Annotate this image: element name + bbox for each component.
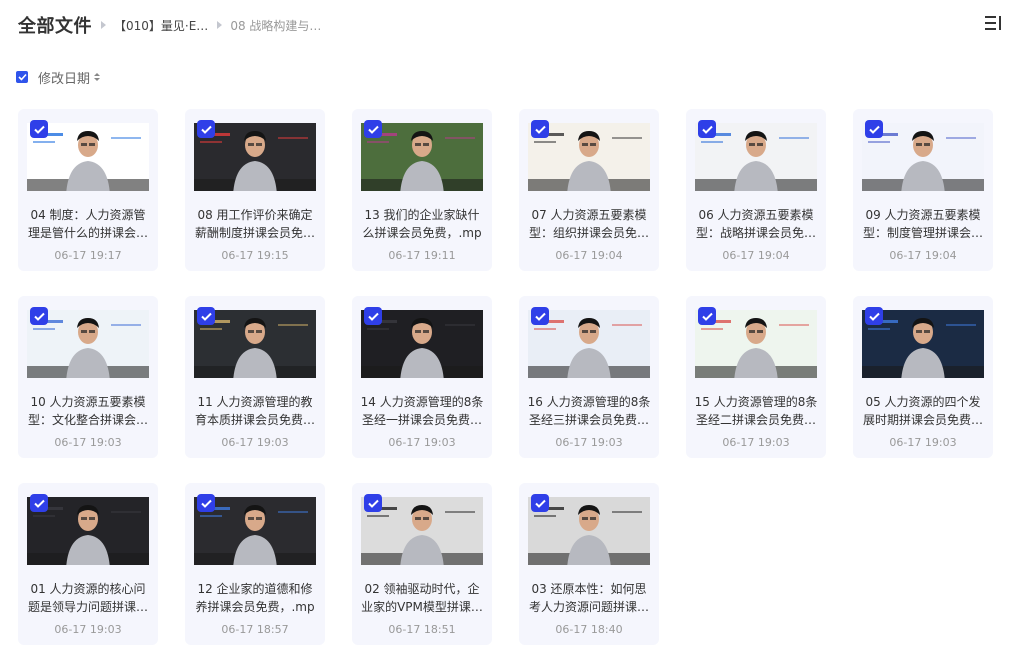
file-name: 16 人力资源管理的8条圣经三拼课会员免费… [527, 395, 651, 427]
checkbox-checked-icon[interactable] [30, 120, 48, 138]
checkbox-checked-icon[interactable] [364, 307, 382, 325]
file-card[interactable]: 15 人力资源管理的8条圣经二拼课会员免费… 06-17 19:03 [686, 296, 826, 458]
breadcrumb-item-current: 08 战略构建与… [230, 18, 322, 33]
checkbox-checked-icon[interactable] [698, 307, 716, 325]
file-card[interactable]: 16 人力资源管理的8条圣经三拼课会员免费… 06-17 19:03 [519, 296, 659, 458]
breadcrumb-item[interactable]: 【010】量见·E… [114, 17, 208, 34]
sort-by-modified-date[interactable]: 修改日期 [38, 68, 90, 87]
file-card[interactable]: 08 用工作评价来确定薪酬制度拼课会员免… 06-17 19:15 [185, 109, 325, 271]
file-card[interactable]: 04 制度：人力资源管理是管什么的拼课会… 06-17 19:17 [18, 109, 158, 271]
file-card[interactable]: 10 人力资源五要素模型：文化整合拼课会… 06-17 19:03 [18, 296, 158, 458]
file-name: 07 人力资源五要素模型：组织拼课会员免… [528, 208, 649, 240]
checkbox-checked-icon[interactable] [364, 120, 382, 138]
file-name: 01 人力资源的核心问题是领导力问题拼课… [27, 582, 148, 614]
file-card[interactable]: 06 人力资源五要素模型：战略拼课会员免… 06-17 19:04 [686, 109, 826, 271]
checkbox-checked-icon[interactable] [865, 307, 883, 325]
file-card[interactable]: 03 还原本性：如何思考人力资源问题拼课… 06-17 18:40 [519, 483, 659, 645]
file-card[interactable]: 02 领袖驱动时代，企业家的VPM模型拼课… 06-17 18:51 [352, 483, 492, 645]
file-card[interactable]: 12 企业家的道德和修养拼课会员免费，.mp4 06-17 18:57 [185, 483, 325, 645]
file-card[interactable]: 11 人力资源管理的教育本质拼课会员免费… 06-17 19:03 [185, 296, 325, 458]
sort-order-icon[interactable] [94, 72, 101, 82]
file-name: 06 人力资源五要素模型：战略拼课会员免… [695, 208, 816, 240]
checkbox-checked-icon[interactable] [531, 307, 549, 325]
file-card[interactable]: 09 人力资源五要素模型：制度管理拼课会… 06-17 19:04 [853, 109, 993, 271]
file-name: 11 人力资源管理的教育本质拼课会员免费… [194, 395, 315, 427]
checkbox-checked-icon[interactable] [865, 120, 883, 138]
file-modified-date: 06-17 19:03 [54, 436, 122, 449]
file-name: 05 人力资源的四个发展时期拼课会员免费… [862, 395, 983, 427]
file-name: 02 领袖驱动时代，企业家的VPM模型拼课… [361, 582, 483, 614]
breadcrumb-root[interactable]: 全部文件 [18, 12, 92, 38]
list-view-icon[interactable] [985, 14, 1009, 34]
breadcrumb: 全部文件 【010】量见·E… 08 战略构建与… [18, 12, 321, 38]
file-name: 13 我们的企业家缺什么拼课会员免费，.mp4 [362, 208, 482, 240]
checkbox-checked-icon[interactable] [364, 494, 382, 512]
file-card[interactable]: 13 我们的企业家缺什么拼课会员免费，.mp4 06-17 19:11 [352, 109, 492, 271]
file-name: 14 人力资源管理的8条圣经一拼课会员免费… [360, 395, 484, 427]
file-modified-date: 06-17 19:03 [889, 436, 957, 449]
file-modified-date: 06-17 18:40 [555, 623, 623, 636]
file-name: 15 人力资源管理的8条圣经二拼课会员免费… [694, 395, 818, 427]
file-modified-date: 06-17 19:11 [388, 249, 456, 262]
file-modified-date: 06-17 19:04 [722, 249, 790, 262]
file-name: 12 企业家的道德和修养拼课会员免费，.mp4 [195, 582, 315, 614]
file-name: 04 制度：人力资源管理是管什么的拼课会… [27, 208, 148, 240]
file-modified-date: 06-17 19:03 [388, 436, 456, 449]
file-modified-date: 06-17 19:15 [221, 249, 289, 262]
breadcrumb-separator-icon [101, 21, 106, 29]
file-modified-date: 06-17 19:03 [555, 436, 623, 449]
checkbox-checked-icon[interactable] [197, 307, 215, 325]
checkbox-checked-icon[interactable] [197, 120, 215, 138]
file-modified-date: 06-17 18:51 [388, 623, 456, 636]
file-modified-date: 06-17 19:03 [722, 436, 790, 449]
file-name: 03 还原本性：如何思考人力资源问题拼课… [528, 582, 649, 614]
checkbox-checked-icon[interactable] [30, 494, 48, 512]
file-card[interactable]: 05 人力资源的四个发展时期拼课会员免费… 06-17 19:03 [853, 296, 993, 458]
checkbox-checked-icon[interactable] [531, 120, 549, 138]
file-modified-date: 06-17 19:03 [54, 623, 122, 636]
file-card[interactable]: 01 人力资源的核心问题是领导力问题拼课… 06-17 19:03 [18, 483, 158, 645]
select-all-checkbox[interactable] [16, 71, 28, 83]
file-modified-date: 06-17 19:04 [889, 249, 957, 262]
file-name: 10 人力资源五要素模型：文化整合拼课会… [27, 395, 148, 427]
file-card[interactable]: 07 人力资源五要素模型：组织拼课会员免… 06-17 19:04 [519, 109, 659, 271]
sort-bar: 修改日期 [16, 68, 101, 87]
file-modified-date: 06-17 19:04 [555, 249, 623, 262]
file-modified-date: 06-17 19:17 [54, 249, 122, 262]
file-modified-date: 06-17 19:03 [221, 436, 289, 449]
file-name: 09 人力资源五要素模型：制度管理拼课会… [862, 208, 983, 240]
file-name: 08 用工作评价来确定薪酬制度拼课会员免… [194, 208, 315, 240]
checkbox-checked-icon[interactable] [698, 120, 716, 138]
breadcrumb-separator-icon [217, 21, 223, 29]
checkbox-checked-icon[interactable] [531, 494, 549, 512]
checkbox-checked-icon[interactable] [197, 494, 215, 512]
file-card[interactable]: 14 人力资源管理的8条圣经一拼课会员免费… 06-17 19:03 [352, 296, 492, 458]
checkbox-checked-icon[interactable] [30, 307, 48, 325]
file-modified-date: 06-17 18:57 [221, 623, 289, 636]
